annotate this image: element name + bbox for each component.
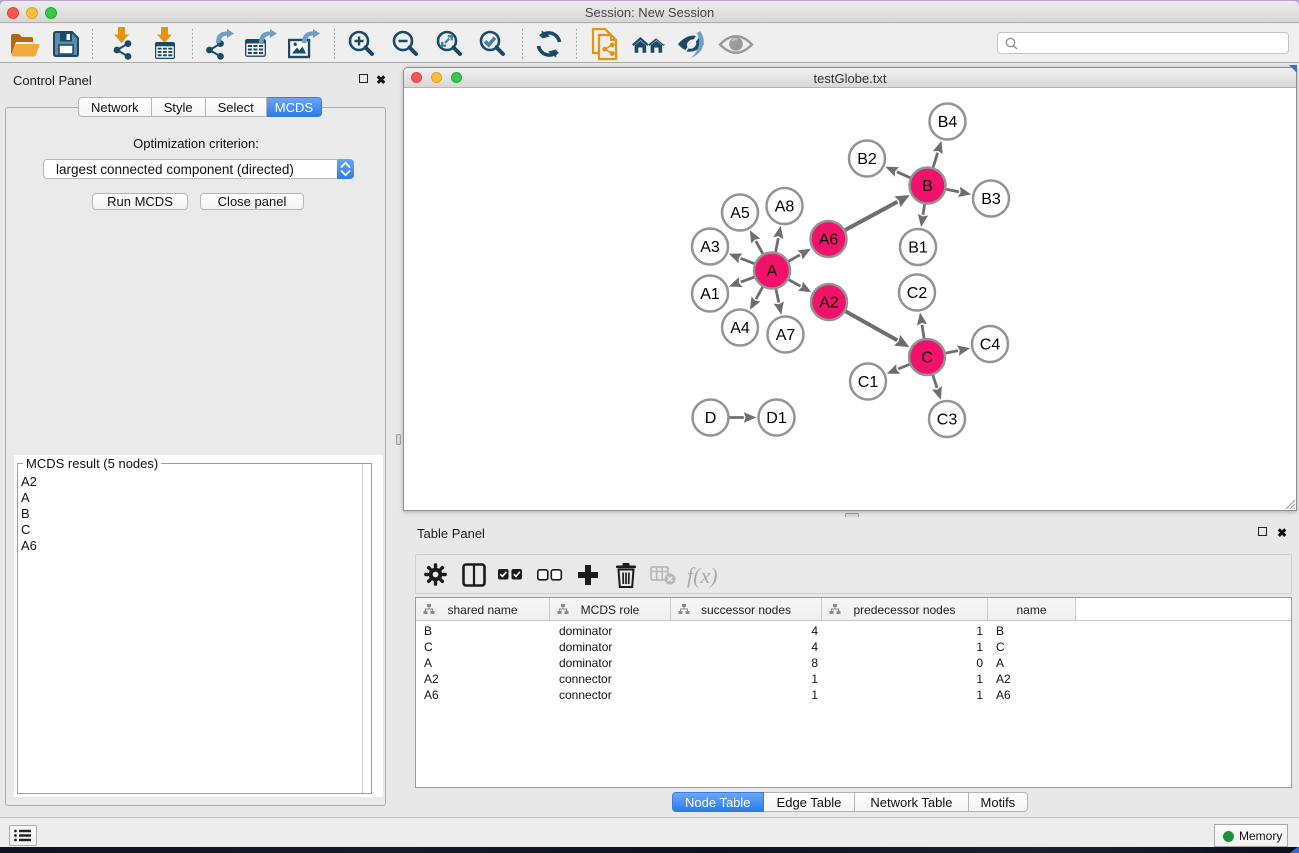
svg-text:B: B	[922, 178, 933, 195]
svg-text:D1: D1	[766, 410, 787, 427]
svg-text:C1: C1	[858, 374, 879, 391]
svg-text:C2: C2	[907, 285, 928, 302]
svg-text:A4: A4	[730, 320, 750, 337]
svg-text:B3: B3	[981, 191, 1001, 208]
svg-text:A: A	[767, 263, 778, 280]
svg-text:A8: A8	[775, 199, 795, 216]
svg-text:A1: A1	[700, 286, 720, 303]
svg-text:A6: A6	[819, 232, 839, 249]
svg-text:B1: B1	[908, 240, 928, 257]
svg-text:A2: A2	[819, 295, 839, 312]
svg-text:D: D	[705, 410, 717, 427]
svg-text:B4: B4	[938, 114, 958, 131]
svg-text:C4: C4	[980, 337, 1001, 354]
svg-text:C: C	[921, 350, 933, 367]
svg-text:A7: A7	[776, 327, 796, 344]
svg-text:C3: C3	[937, 412, 958, 429]
svg-text:B2: B2	[857, 151, 877, 168]
svg-text:A3: A3	[700, 239, 720, 256]
svg-text:A5: A5	[730, 205, 750, 222]
